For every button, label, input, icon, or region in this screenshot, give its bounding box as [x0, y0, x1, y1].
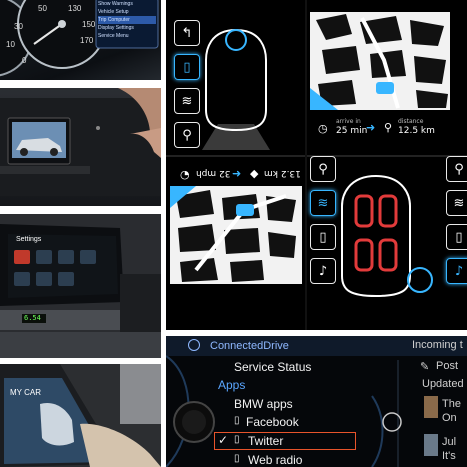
gauge-tick-130: 130 [68, 4, 82, 13]
cluster-menu-item: Display Settings [98, 25, 134, 31]
climate-icon[interactable]: ≋ [174, 88, 200, 114]
arrive-label: arrive in [336, 118, 361, 125]
cluster-menu: Show Warnings Vehicle Setup Trip Compute… [96, 0, 158, 40]
seat-heat-icon[interactable]: ≋ [310, 190, 336, 216]
gauge-tick-150: 150 [82, 20, 96, 29]
menu-item-twitter[interactable]: Twitter [248, 434, 283, 448]
tweet-author-2: Jul [442, 436, 457, 448]
service-status-item[interactable]: Service Status [234, 360, 311, 374]
apps-heading: Apps [218, 378, 246, 392]
car-icon-right[interactable]: ▯ [446, 224, 467, 250]
mycar-screen-photo: MY CAR [0, 364, 161, 467]
menu-item-web-radio[interactable]: Web radio [248, 453, 302, 467]
document-icon: ▯ [234, 415, 240, 426]
arrow-icon: ➜ [366, 121, 376, 134]
pin-icon: ⚲ [384, 121, 393, 134]
climate-icon-right[interactable]: ≋ [446, 190, 467, 216]
instrument-cluster-photo: 50 30 130 150 170 10 0 Show Warnings Veh… [0, 0, 161, 80]
cluster-menu-item: Vehicle Setup [98, 9, 129, 15]
range-value: 13.2 km [264, 168, 301, 178]
edit-icon: ✎ [420, 361, 430, 373]
cluster-menu-item: Service Menu [98, 33, 129, 39]
gauge-icon: ◔ [180, 168, 190, 181]
location-pin-icon[interactable]: ⚲ [310, 156, 336, 182]
gauge-tick-0: 0 [22, 56, 27, 65]
music-icon-right[interactable]: ♪ [446, 258, 467, 284]
gauge-tick-50: 50 [38, 4, 47, 13]
clock-icon: ◷ [318, 122, 328, 135]
tweet-author-1: The [442, 398, 461, 410]
distance-value: 12.5 km [398, 126, 435, 136]
head-unit-illustration [0, 88, 161, 196]
mycar-title: MY CAR [10, 388, 41, 397]
connected-drive-title: ConnectedDrive [210, 340, 289, 352]
updated-label: Updated [422, 378, 464, 390]
cluster-menu-item: Trip Computer [98, 17, 130, 23]
cluster-menu-item: Show Warnings [98, 1, 133, 7]
post-button[interactable]: Post [436, 360, 458, 372]
arrive-value: 25 min [336, 126, 368, 136]
gauge-tick-10: 10 [6, 40, 15, 49]
lcd-readout: 6.54 [24, 314, 41, 322]
settings-title: Settings [16, 236, 42, 243]
settings-screen-photo: Settings 6.54 [0, 214, 161, 358]
settings-icon[interactable]: ⚲ [174, 122, 200, 148]
document-icon: ▯ [234, 434, 240, 445]
car-small-icon[interactable]: ▯ [310, 224, 336, 250]
distance-label: distance [398, 118, 424, 125]
gauge-tick-170: 170 [80, 36, 94, 45]
head-unit-photo [0, 88, 161, 206]
car-icon[interactable]: ▯ [174, 54, 200, 80]
tweet-text-2: It's [442, 450, 456, 462]
route-icon[interactable]: ↰ [174, 20, 200, 46]
music-icon[interactable]: ♪ [310, 258, 336, 284]
document-icon: ▯ [234, 453, 240, 464]
speed-value: 32 mph [196, 168, 231, 178]
connected-drive-screen: ConnectedDrive Service Status Apps BMW a… [166, 336, 467, 467]
menu-item-bmw-apps[interactable]: BMW apps [234, 397, 293, 411]
concept-navigation-ui: ↰ ▯ ≋ ⚲ ⚲ ≋ ▯ ♪ ⚲ ≋ ▯ ♪ ◷ arrive in 25 m… [166, 0, 467, 330]
menu-item-facebook[interactable]: Facebook [246, 415, 299, 429]
drop-icon: ◆ [250, 167, 259, 180]
tweet-text-1: On [442, 412, 457, 424]
gauge-tick-30: 30 [14, 22, 23, 31]
location-pin-icon-right[interactable]: ⚲ [446, 156, 467, 182]
bmw-logo-icon [188, 339, 200, 351]
arrow-icon-2: ➜ [232, 167, 242, 180]
mycar-illustration [0, 364, 161, 467]
incoming-title: Incoming t [412, 339, 463, 351]
checkmark-icon: ✓ [218, 433, 229, 447]
